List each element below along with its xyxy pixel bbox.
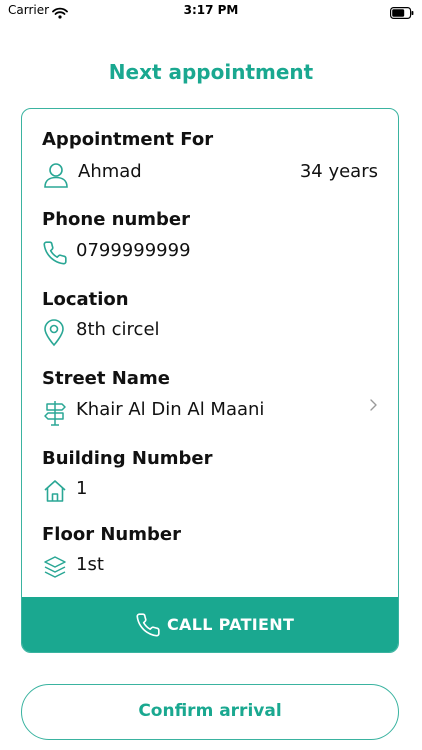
map-pin-icon <box>42 319 66 351</box>
building-number-value: 1 <box>76 478 88 499</box>
floor-number-label: Floor Number <box>42 524 181 545</box>
appointment-for-label: Appointment For <box>42 129 214 150</box>
call-patient-label: CALL PATIENT <box>167 615 295 634</box>
battery-icon <box>390 4 414 23</box>
location-label: Location <box>42 289 129 310</box>
chevron-right-icon[interactable] <box>368 397 378 416</box>
street-name-value: Khair Al Din Al Maani <box>76 399 265 420</box>
building-number-label: Building Number <box>42 448 213 469</box>
patient-name: Ahmad <box>78 161 142 182</box>
home-icon <box>42 478 68 508</box>
screen: Carrier 3:17 PM Next appointment Appoint… <box>0 0 422 750</box>
user-icon <box>42 161 70 193</box>
street-name-label: Street Name <box>42 368 170 389</box>
phone-number[interactable]: 0799999999 <box>76 240 191 261</box>
floor-number-value: 1st <box>76 554 104 575</box>
location-value: 8th circel <box>76 319 160 340</box>
patient-age: 34 years <box>299 161 378 182</box>
appointment-card: Appointment For Ahmad 34 years Phone num… <box>21 108 399 653</box>
confirm-arrival-button[interactable]: Confirm arrival <box>21 684 399 740</box>
phone-number-label: Phone number <box>42 209 191 230</box>
status-bar: Carrier 3:17 PM <box>0 0 422 24</box>
confirm-arrival-label: Confirm arrival <box>138 701 282 721</box>
phone-icon <box>42 240 68 270</box>
status-time: 3:17 PM <box>183 3 239 17</box>
layers-icon <box>42 554 68 584</box>
page-title: Next appointment <box>108 60 314 84</box>
phone-icon <box>135 612 161 642</box>
call-patient-button[interactable]: CALL PATIENT <box>22 597 398 652</box>
signpost-icon <box>42 399 68 431</box>
